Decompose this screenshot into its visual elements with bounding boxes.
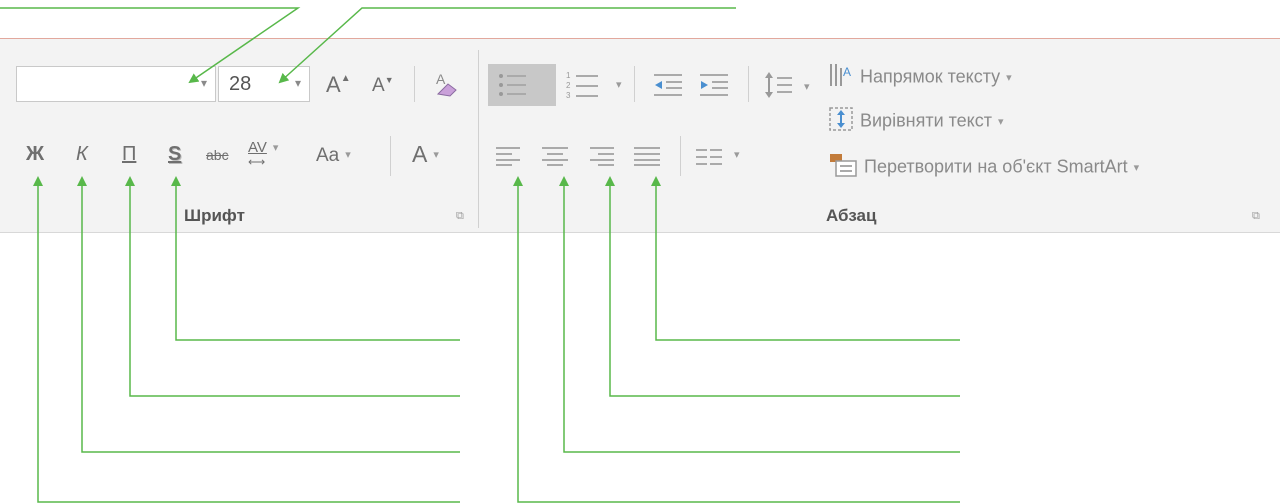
line-spacing-icon: [765, 72, 792, 98]
underline-button[interactable]: П: [122, 144, 136, 164]
italic-icon: К: [76, 143, 88, 165]
svg-text:2: 2: [566, 81, 571, 90]
svg-text:A: A: [843, 65, 851, 79]
align-right-button[interactable]: [588, 146, 614, 171]
change-case-button[interactable]: Aa ▾: [316, 146, 351, 165]
font-size-value: 28: [229, 73, 252, 95]
text-direction-label: Напрямок тексту: [860, 66, 1001, 87]
font-color-icon: A: [412, 141, 428, 167]
numbering-icon: 1 2 3: [566, 71, 598, 100]
separator: [414, 66, 415, 102]
shrink-font-icon: A: [372, 75, 385, 96]
shrink-font-button[interactable]: A▼: [372, 75, 394, 96]
chevron-down-icon: ▾: [1133, 162, 1140, 174]
underline-icon: П: [122, 143, 137, 165]
chevron-down-icon: ▾: [616, 79, 622, 91]
font-group-label: Шрифт: [184, 206, 245, 225]
smartart-button[interactable]: Перетворити на об'єкт SmartArt ▾: [828, 152, 1139, 183]
spacing-arrows-icon: ⟷: [248, 155, 266, 169]
svg-text:A: A: [436, 71, 446, 87]
text-direction-icon: A: [828, 62, 854, 93]
align-center-icon: [542, 147, 568, 166]
strikethrough-button[interactable]: abc: [206, 148, 229, 162]
dialog-launcher-icon[interactable]: ⧉: [456, 210, 464, 223]
separator: [680, 136, 681, 176]
columns-icon: [696, 149, 722, 165]
align-center-button[interactable]: [542, 146, 568, 171]
chevron-down-icon: ▾: [433, 149, 439, 162]
font-color-button[interactable]: A ▾: [412, 143, 439, 166]
chevron-down-icon[interactable]: ▾: [201, 76, 207, 90]
shadow-button[interactable]: S: [168, 144, 181, 164]
bold-button[interactable]: Ж: [26, 144, 44, 164]
strikethrough-icon: abc: [206, 147, 229, 163]
character-spacing-icon: AV: [248, 139, 267, 156]
align-right-icon: [590, 147, 614, 166]
bullets-button[interactable]: [498, 72, 528, 103]
dialog-launcher-icon[interactable]: ⧉: [1252, 210, 1260, 223]
align-text-button[interactable]: Вирівняти текст ▾: [828, 106, 1004, 137]
svg-text:3: 3: [566, 91, 571, 100]
increase-indent-button[interactable]: [698, 72, 730, 103]
chevron-down-icon: ▾: [998, 116, 1004, 128]
svg-text:1: 1: [566, 71, 571, 80]
clear-formatting-button[interactable]: A: [430, 68, 460, 103]
ribbon-divider: [0, 232, 1280, 233]
bold-icon: Ж: [26, 143, 45, 165]
chevron-down-icon: ▾: [804, 81, 810, 93]
grow-font-icon: A: [326, 72, 341, 97]
align-left-icon: [496, 147, 520, 166]
decrease-indent-icon: [654, 74, 682, 96]
columns-button[interactable]: ▾: [696, 148, 740, 171]
chevron-down-icon[interactable]: ▾: [295, 76, 301, 90]
bullets-icon: [499, 74, 526, 96]
separator: [634, 66, 635, 102]
clear-formatting-icon: A: [436, 71, 457, 97]
align-text-icon: [828, 106, 854, 137]
align-text-label: Вирівняти текст: [860, 110, 992, 131]
decrease-indent-button[interactable]: [652, 72, 684, 103]
chevron-down-icon: ▾: [734, 149, 740, 161]
text-direction-button[interactable]: A Напрямок тексту ▾: [828, 62, 1012, 93]
line-spacing-button[interactable]: ▾: [764, 70, 810, 105]
separator: [390, 136, 391, 176]
font-size-combo[interactable]: 28 ▾: [218, 66, 310, 102]
italic-button[interactable]: К: [76, 144, 88, 164]
smartart-label: Перетворити на об'єкт SmartArt: [864, 156, 1128, 177]
separator: [748, 66, 749, 102]
chevron-down-icon: ▾: [272, 141, 279, 154]
grow-font-button[interactable]: A▲: [326, 74, 351, 96]
paragraph-group-label: Абзац: [826, 206, 877, 225]
smartart-icon: [828, 152, 858, 183]
justify-button[interactable]: [634, 146, 660, 171]
character-spacing-button[interactable]: AV ▾ ⟷: [248, 139, 279, 168]
increase-indent-icon: [700, 74, 728, 96]
shadow-icon: S: [168, 143, 182, 165]
font-name-combo[interactable]: ▾: [16, 66, 216, 102]
chevron-down-icon: ▾: [345, 149, 351, 162]
justify-icon: [634, 147, 660, 166]
change-case-icon: Aa: [316, 145, 340, 166]
group-separator: [478, 50, 479, 228]
chevron-down-icon: ▾: [1006, 72, 1012, 84]
numbering-button[interactable]: 1 2 3 ▾: [566, 70, 622, 105]
align-left-button[interactable]: [496, 146, 522, 171]
